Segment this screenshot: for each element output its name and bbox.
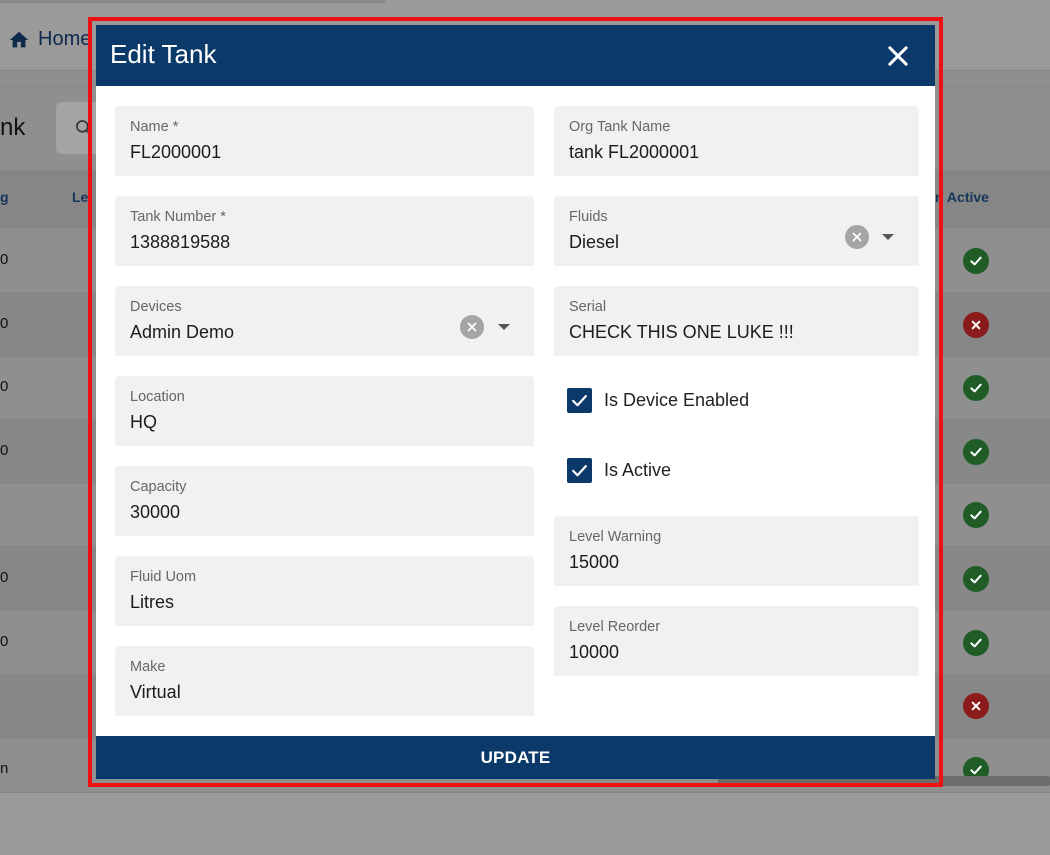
update-button[interactable]: UPDATE xyxy=(96,736,935,779)
table-cell: 0 xyxy=(0,251,9,268)
column-header-active[interactable]: n Active xyxy=(935,189,989,205)
column-header[interactable]: g xyxy=(0,189,9,205)
serial-field[interactable]: Serial CHECK THIS ONE LUKE !!! xyxy=(554,286,919,356)
org-tank-name-value: tank FL2000001 xyxy=(569,142,700,162)
level-warning-label: Level Warning xyxy=(569,529,662,545)
table-cell: n xyxy=(0,760,9,777)
tank-number-value: 1388819588 xyxy=(130,232,231,252)
devices-select[interactable]: Devices Admin Demo xyxy=(115,286,534,356)
capacity-label: Capacity xyxy=(130,479,187,495)
make-field[interactable]: Make Virtual xyxy=(115,646,534,716)
active-check-icon xyxy=(963,566,989,592)
checkmark-icon xyxy=(572,395,587,407)
breadcrumb-home-label: Home xyxy=(38,28,92,50)
is-device-enabled-label: Is Device Enabled xyxy=(604,390,750,410)
table-cell: 0 xyxy=(0,378,9,395)
checkbox-checked[interactable] xyxy=(567,458,592,483)
tank-number-label: Tank Number * xyxy=(130,209,226,225)
name-field[interactable]: Name * FL2000001 xyxy=(115,106,534,176)
inactive-cross-icon xyxy=(963,312,989,338)
devices-dropdown-caret-icon[interactable] xyxy=(498,324,510,330)
table-footer xyxy=(0,792,1050,855)
location-value: HQ xyxy=(130,412,157,432)
fluid-uom-field[interactable]: Fluid Uom Litres xyxy=(115,556,534,626)
level-reorder-value: 10000 xyxy=(569,642,620,662)
close-button[interactable] xyxy=(884,42,912,70)
active-check-icon xyxy=(963,502,989,528)
inactive-cross-icon xyxy=(963,693,989,719)
clear-icon xyxy=(467,322,477,332)
table-cell: 0 xyxy=(0,315,9,332)
column-header[interactable]: Le xyxy=(72,189,88,205)
location-label: Location xyxy=(130,389,185,405)
fluids-dropdown-caret-icon[interactable] xyxy=(882,234,894,240)
fluids-select[interactable]: Fluids Diesel xyxy=(554,196,919,266)
checkmark-icon xyxy=(572,465,587,477)
page-title: nk xyxy=(0,114,26,141)
table-cell: 0 xyxy=(0,442,9,459)
table-cell: 0 xyxy=(0,633,9,650)
is-active-checkbox[interactable]: Is Active xyxy=(567,458,671,483)
serial-value: CHECK THIS ONE LUKE !!! xyxy=(569,322,794,342)
fluids-clear-button[interactable] xyxy=(845,225,869,249)
active-check-icon xyxy=(963,630,989,656)
make-value: Virtual xyxy=(130,682,181,702)
fluids-value: Diesel xyxy=(569,232,620,252)
table-cell: 0 xyxy=(0,569,9,586)
level-warning-value: 15000 xyxy=(569,552,620,572)
is-device-enabled-checkbox[interactable]: Is Device Enabled xyxy=(567,388,749,413)
level-reorder-field[interactable]: Level Reorder 10000 xyxy=(554,606,919,676)
clear-icon xyxy=(852,232,862,242)
capacity-field[interactable]: Capacity 30000 xyxy=(115,466,534,536)
edit-tank-dialog: Edit Tank Name * FL2000001 Tank Number *… xyxy=(96,25,935,779)
devices-clear-button[interactable] xyxy=(460,315,484,339)
breadcrumb-home[interactable]: Home xyxy=(8,28,91,51)
fluid-uom-label: Fluid Uom xyxy=(130,569,197,585)
serial-label: Serial xyxy=(569,299,607,315)
location-field[interactable]: Location HQ xyxy=(115,376,534,446)
top-bar-divider xyxy=(0,0,385,3)
active-check-icon xyxy=(963,439,989,465)
active-check-icon xyxy=(963,375,989,401)
org-tank-name-field[interactable]: Org Tank Name tank FL2000001 xyxy=(554,106,919,176)
devices-label: Devices xyxy=(130,299,182,315)
home-icon xyxy=(9,31,29,47)
tank-number-field[interactable]: Tank Number * 1388819588 xyxy=(115,196,534,266)
active-check-icon xyxy=(963,248,989,274)
fluid-uom-value: Litres xyxy=(130,592,175,612)
checkbox-checked[interactable] xyxy=(567,388,592,413)
dialog-header: Edit Tank xyxy=(96,25,935,86)
level-reorder-label: Level Reorder xyxy=(569,619,661,635)
close-icon xyxy=(888,46,908,66)
capacity-value: 30000 xyxy=(130,502,181,522)
level-warning-field[interactable]: Level Warning 15000 xyxy=(554,516,919,586)
name-label: Name * xyxy=(130,119,179,135)
is-active-label: Is Active xyxy=(604,460,672,480)
name-value: FL2000001 xyxy=(130,142,222,162)
devices-value: Admin Demo xyxy=(130,322,235,342)
dialog-title: Edit Tank xyxy=(110,39,217,69)
fluids-label: Fluids xyxy=(569,209,608,225)
make-label: Make xyxy=(130,659,166,675)
org-tank-name-label: Org Tank Name xyxy=(569,119,671,135)
